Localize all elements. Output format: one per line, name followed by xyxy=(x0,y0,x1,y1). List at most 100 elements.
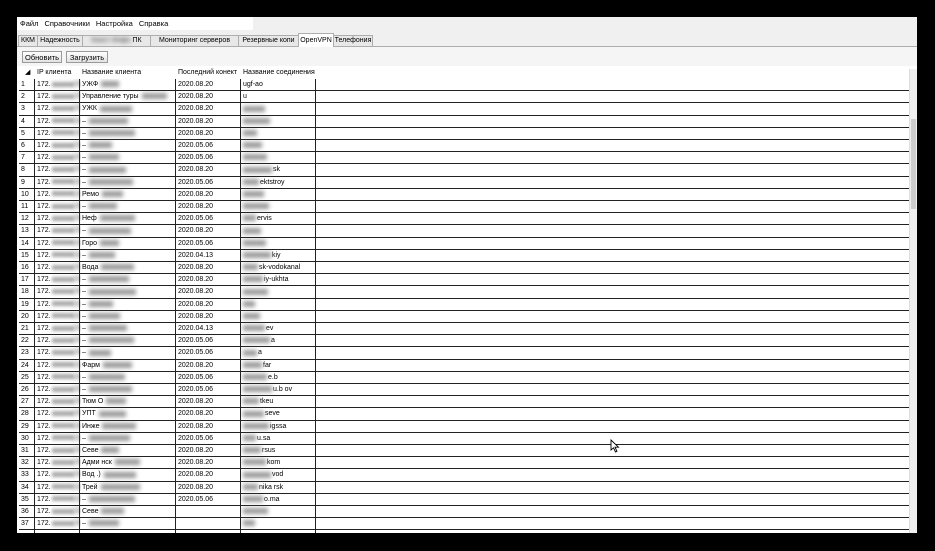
last-connect-cell[interactable]: 2020.08.20 xyxy=(176,360,242,372)
load-button[interactable]: Загрузить xyxy=(66,51,108,63)
ip-cell[interactable]: 172.26. xyxy=(35,482,81,494)
ip-cell[interactable]: 172.26. xyxy=(35,140,81,152)
last-connect-cell[interactable]: 2020.08.20 xyxy=(176,408,242,420)
last-connect-cell[interactable]: 2020.08.20 xyxy=(176,457,242,469)
table-row[interactable]: 2172.26.Управление туры2020.08.20u xyxy=(19,91,909,103)
last-connect-cell[interactable]: 2020.08.20 xyxy=(176,262,242,274)
ip-cell[interactable]: 172.26. xyxy=(35,274,81,286)
tab-kkm[interactable]: ККМ xyxy=(18,35,38,46)
connection-name-cell[interactable]: ektstroy xyxy=(241,177,316,189)
tab-openvpn[interactable]: OpenVPN xyxy=(298,33,334,47)
connection-name-cell[interactable]: seve xyxy=(241,408,316,420)
last-connect-cell[interactable]: 2020.08.20 xyxy=(176,274,242,286)
table-row[interactable]: 23172.26.–2020.05.06a xyxy=(19,347,909,359)
column-header-connection-name[interactable]: Название соединения xyxy=(241,67,316,79)
tab-backups[interactable]: Резервные копи xyxy=(238,35,299,46)
ip-cell[interactable]: 172.26. xyxy=(35,286,81,298)
connection-name-cell[interactable] xyxy=(241,189,316,201)
last-connect-cell[interactable]: 2020.08.20 xyxy=(176,225,242,237)
table-row[interactable]: 3172.26.УЖК2020.08.20 xyxy=(19,103,909,115)
ip-cell[interactable]: 172.26. xyxy=(35,494,81,506)
connection-name-cell[interactable] xyxy=(241,518,316,530)
last-connect-cell[interactable]: 2020.08.20 xyxy=(176,91,242,103)
vertical-scrollbar[interactable] xyxy=(909,69,917,533)
last-connect-cell[interactable]: 2020.05.06 xyxy=(176,384,242,396)
client-name-cell[interactable]: – xyxy=(80,152,177,164)
client-name-cell[interactable]: – xyxy=(80,347,177,359)
ip-cell[interactable]: 172.26. xyxy=(35,311,81,323)
client-name-cell[interactable]: Управление туры xyxy=(80,91,177,103)
last-connect-cell[interactable]: 2020.04.13 xyxy=(176,323,242,335)
last-connect-cell[interactable]: 2020.05.06 xyxy=(176,433,242,445)
client-name-cell[interactable]: Вод .) xyxy=(80,469,177,481)
client-name-cell[interactable]: Вода xyxy=(80,262,177,274)
connection-name-cell[interactable]: tkeu xyxy=(241,396,316,408)
last-connect-cell[interactable]: 2020.05.06 xyxy=(176,177,242,189)
last-connect-cell[interactable]: 2020.08.20 xyxy=(176,469,242,481)
last-connect-cell[interactable]: 2020.08.20 xyxy=(176,286,242,298)
client-name-cell[interactable]: Трей xyxy=(80,482,177,494)
client-name-cell[interactable]: Неф xyxy=(80,213,177,225)
ip-cell[interactable]: 172.26. xyxy=(35,518,81,530)
connection-name-cell[interactable]: sk xyxy=(241,164,316,176)
ip-cell[interactable]: 172.26. xyxy=(35,250,81,262)
connection-name-cell[interactable]: u.sa xyxy=(241,433,316,445)
table-row[interactable]: 1172.26.УЖФ2020.08.20ugf-ao xyxy=(19,79,909,91)
connection-name-cell[interactable]: o.ma xyxy=(241,494,316,506)
column-header-ip[interactable]: IP клиента xyxy=(35,67,79,79)
client-name-cell[interactable]: – xyxy=(80,128,177,140)
connection-name-cell[interactable] xyxy=(241,299,316,311)
last-connect-cell[interactable]: 2020.08.20 xyxy=(176,396,242,408)
last-connect-cell[interactable]: 2020.08.20 xyxy=(176,482,242,494)
ip-cell[interactable]: 172.26. xyxy=(35,213,81,225)
table-row[interactable]: 33172.26.Вод .)2020.08.20vod xyxy=(19,469,909,481)
ip-cell[interactable]: 172.26. xyxy=(35,396,81,408)
client-name-cell[interactable]: Инже xyxy=(80,421,177,433)
connection-name-cell[interactable]: rsus xyxy=(241,445,316,457)
client-name-cell[interactable]: Адми нск xyxy=(80,457,177,469)
ip-cell[interactable]: 172.26. xyxy=(35,347,81,359)
connection-name-cell[interactable] xyxy=(241,201,316,213)
connection-name-cell[interactable]: kiy xyxy=(241,250,316,262)
last-connect-cell[interactable]: 2020.05.06 xyxy=(176,494,242,506)
connection-name-cell[interactable]: igssa xyxy=(241,421,316,433)
table-row[interactable]: 6172.26.–2020.05.06 xyxy=(19,140,909,152)
ip-cell[interactable]: 172.26. xyxy=(35,201,81,213)
refresh-button[interactable]: Обновить xyxy=(22,51,62,63)
connection-name-cell[interactable]: u xyxy=(241,91,316,103)
client-name-cell[interactable]: – xyxy=(80,116,177,128)
tab-server-monitoring[interactable]: Мониторинг серверов xyxy=(150,35,239,46)
table-row[interactable]: 29172.26.Инже2020.08.20igssa xyxy=(19,421,909,433)
last-connect-cell[interactable]: 2020.08.20 xyxy=(176,103,242,115)
client-name-cell[interactable]: – xyxy=(80,250,177,262)
table-row[interactable]: 19172.26.–2020.08.20 xyxy=(19,299,909,311)
client-name-cell[interactable]: – xyxy=(80,140,177,152)
connection-name-cell[interactable]: sk-vodokanal xyxy=(241,262,316,274)
connection-name-cell[interactable] xyxy=(241,116,316,128)
table-row[interactable]: 20172.26.–2020.08.20 xyxy=(19,311,909,323)
ip-cell[interactable]: 172.26. xyxy=(35,91,81,103)
last-connect-cell[interactable]: 2020.05.06 xyxy=(176,238,242,250)
vpn-clients-table[interactable]: ◢ IP клиента Название клиента Последний … xyxy=(19,67,915,533)
table-row[interactable]: 9172.26.–2020.05.06ektstroy xyxy=(19,177,909,189)
menu-references[interactable]: Справочники xyxy=(41,17,92,30)
last-connect-cell[interactable]: 2020.05.06 xyxy=(176,213,242,225)
ip-cell[interactable]: 172.26. xyxy=(35,384,81,396)
client-name-cell[interactable]: – xyxy=(80,177,177,189)
connection-name-cell[interactable]: far xyxy=(241,360,316,372)
table-row[interactable]: 11172.26.–2020.08.20 xyxy=(19,201,909,213)
connection-name-cell[interactable] xyxy=(241,286,316,298)
ip-cell[interactable]: 172.26. xyxy=(35,177,81,189)
column-header-client-name[interactable]: Название клиента xyxy=(80,67,175,79)
client-name-cell[interactable]: Севе xyxy=(80,506,177,518)
table-row[interactable]: 16172.26.Вода2020.08.20sk-vodokanal xyxy=(19,262,909,274)
ip-cell[interactable]: 172.26. xyxy=(35,238,81,250)
table-row[interactable]: 13172.26.–2020.08.20 xyxy=(19,225,909,237)
client-name-cell[interactable]: – xyxy=(80,323,177,335)
client-name-cell[interactable]: – xyxy=(80,335,177,347)
connection-name-cell[interactable] xyxy=(241,103,316,115)
client-name-cell[interactable]: Горо xyxy=(80,238,177,250)
last-connect-cell[interactable]: 2020.08.20 xyxy=(176,79,242,91)
connection-name-cell[interactable]: vod xyxy=(241,469,316,481)
table-row[interactable]: 28172.26.УПТ2020.08.20seve xyxy=(19,408,909,420)
